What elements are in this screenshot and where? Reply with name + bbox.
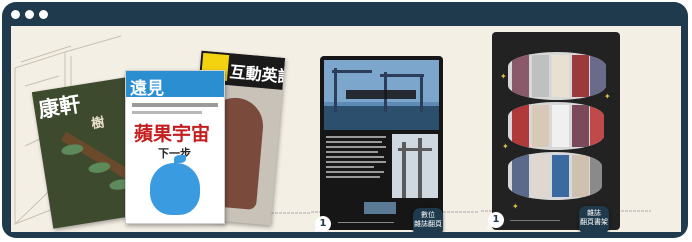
- carousel-ring[interactable]: [508, 152, 602, 200]
- star-icon: ✦: [512, 202, 519, 211]
- button-label: 數位: [421, 211, 435, 219]
- leaf-illustration: [87, 160, 112, 175]
- showcase-canvas: 康軒 樹 互動英語 遠見 蘋果宇宙 下一步 ✦ ✦ ✦ ✦ 1 ✦ 數位 雜誌翻…: [11, 26, 681, 232]
- leaf-illustration: [60, 142, 84, 157]
- crane-illustration: [420, 76, 423, 112]
- cover-text-line: [132, 103, 218, 107]
- magazine-title: 康軒: [36, 91, 83, 123]
- crane-illustration: [334, 68, 337, 112]
- crane-illustration: [332, 70, 372, 73]
- browser-window: 康軒 樹 互動英語 遠見 蘋果宇宙 下一步 ✦ ✦ ✦ ✦ 1 ✦ 數位 雜誌翻…: [2, 2, 688, 238]
- star-icon: ✦: [502, 142, 509, 151]
- button-label: 翻頁書架: [580, 218, 608, 226]
- cover-text-line: [132, 111, 202, 114]
- tablet-magazine-bookshelf[interactable]: ✦ ✦ ✦ ✦: [492, 32, 620, 230]
- digital-flip-button[interactable]: 數位 雜誌翻頁: [413, 208, 443, 232]
- window-dot-icon[interactable]: [39, 10, 48, 19]
- article-text-block: [326, 136, 388, 181]
- window-titlebar: [2, 2, 688, 26]
- window-dot-icon[interactable]: [11, 10, 20, 19]
- button-label: 雜誌翻頁: [414, 220, 442, 228]
- port-photo: [324, 60, 439, 130]
- page-progress-bar: [338, 222, 394, 223]
- crane-illustration: [398, 148, 432, 151]
- page-progress-bar: [510, 220, 560, 221]
- button-label: 雜誌: [587, 209, 601, 217]
- magazine-subtitle: 樹: [90, 115, 106, 133]
- magazine-cover-global-views[interactable]: 遠見 蘋果宇宙 下一步: [125, 70, 225, 224]
- magazine-title: 遠見: [130, 79, 164, 99]
- crane-photo: [392, 134, 438, 198]
- star-icon: ✦: [604, 92, 611, 101]
- magazine-headline: 蘋果宇宙: [134, 123, 211, 145]
- apple-leaf-icon: [174, 155, 186, 163]
- crane-illustration: [418, 138, 422, 198]
- carousel-ring[interactable]: [508, 52, 606, 100]
- bookshelf-button[interactable]: 雜誌 翻頁書架: [579, 206, 609, 232]
- star-icon: ✦: [500, 72, 507, 81]
- star-icon: ✦: [313, 226, 321, 232]
- carousel-ring[interactable]: [508, 102, 604, 150]
- window-dot-icon[interactable]: [25, 10, 34, 19]
- apple-logo-icon: [150, 163, 200, 215]
- article-title-banner: [346, 90, 416, 99]
- crane-illustration: [380, 74, 424, 77]
- star-icon: ✦: [485, 224, 493, 232]
- page-thumbnails[interactable]: [364, 202, 396, 214]
- tablet-digital-magazine[interactable]: [320, 56, 443, 230]
